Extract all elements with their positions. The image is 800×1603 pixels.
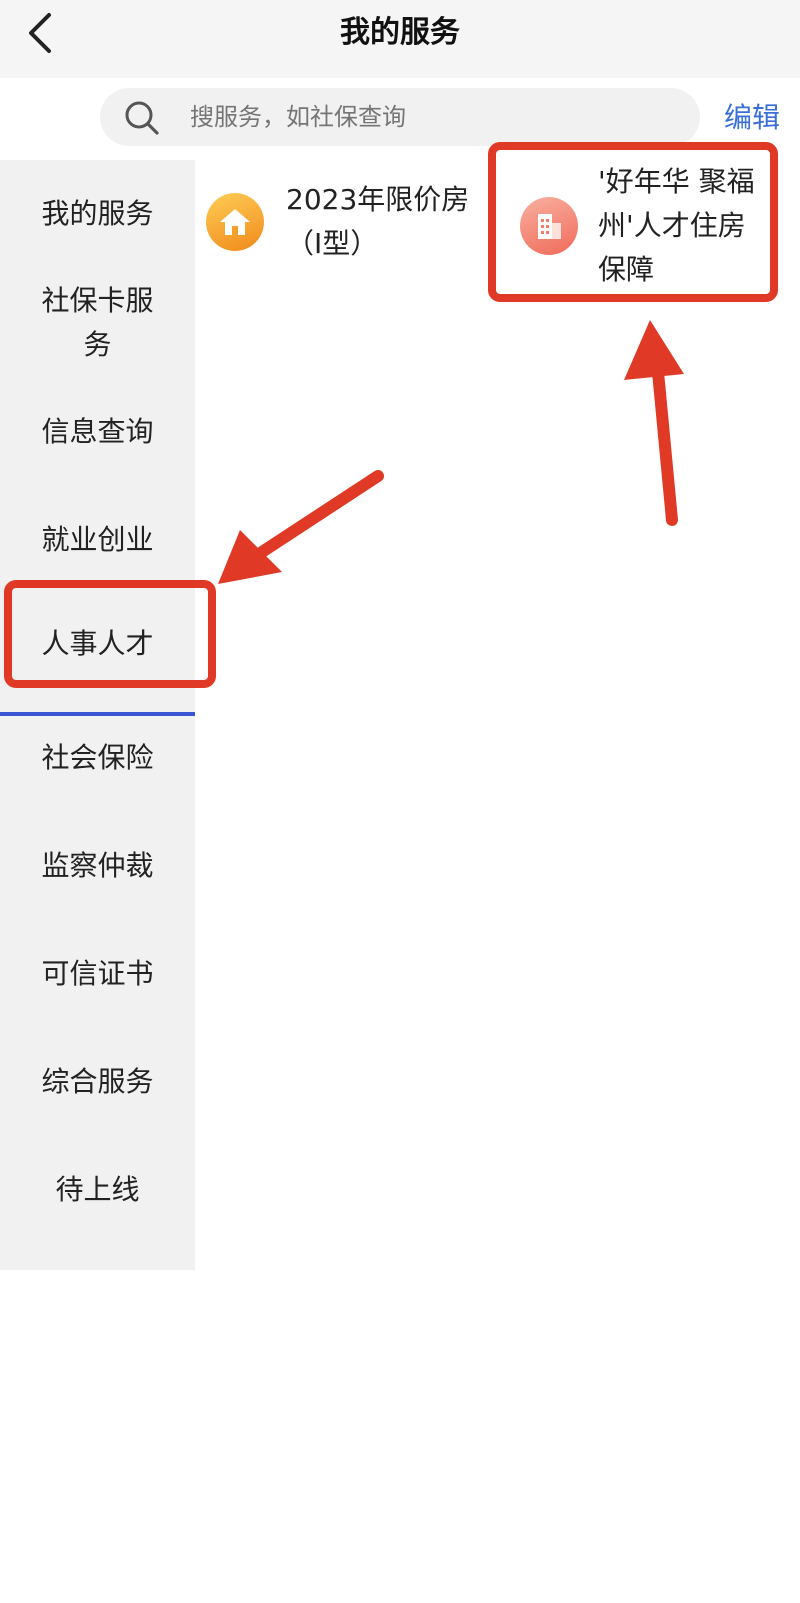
arrow-to-sidebar xyxy=(218,470,384,584)
annotation-arrows xyxy=(218,320,684,584)
page: 我的服务 编辑 我的服务 社保卡服务 信息查询 就业创业 人事人才 社会保险 监… xyxy=(0,0,800,1603)
arrow-to-service xyxy=(624,320,684,526)
